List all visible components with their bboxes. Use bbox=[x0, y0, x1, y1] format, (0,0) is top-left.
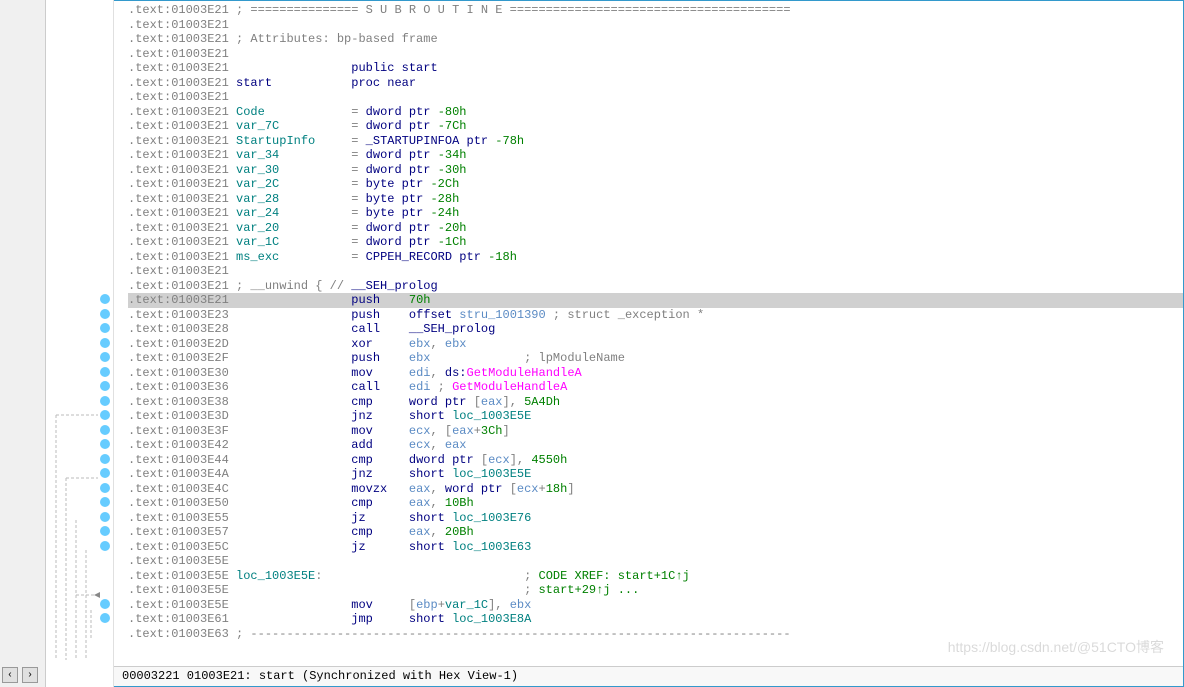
breakpoint-marker[interactable] bbox=[100, 512, 110, 522]
code-line[interactable]: .text:01003E21 start proc near bbox=[128, 76, 1183, 91]
code-line[interactable]: .text:01003E21 bbox=[128, 47, 1183, 62]
status-bar: 00003221 01003E21: start (Synchronized w… bbox=[114, 666, 1183, 686]
code-line[interactable]: .text:01003E21 ; =============== S U B R… bbox=[128, 3, 1183, 18]
code-line[interactable]: .text:01003E21 push 70h bbox=[128, 293, 1183, 308]
code-line[interactable]: .text:01003E21 ; Attributes: bp-based fr… bbox=[128, 32, 1183, 47]
code-line[interactable]: .text:01003E21 Code = dword ptr -80h bbox=[128, 105, 1183, 120]
scroll-right-button[interactable]: › bbox=[22, 667, 38, 683]
code-line[interactable]: .text:01003E21 public start bbox=[128, 61, 1183, 76]
breakpoint-marker[interactable] bbox=[100, 468, 110, 478]
code-line[interactable]: .text:01003E21 var_24 = byte ptr -24h bbox=[128, 206, 1183, 221]
code-line[interactable]: .text:01003E4C movzx eax, word ptr [ecx+… bbox=[128, 482, 1183, 497]
code-line[interactable]: .text:01003E28 call __SEH_prolog bbox=[128, 322, 1183, 337]
code-line[interactable]: .text:01003E30 mov edi, ds:GetModuleHand… bbox=[128, 366, 1183, 381]
code-line[interactable]: .text:01003E3D jnz short loc_1003E5E bbox=[128, 409, 1183, 424]
code-line[interactable]: .text:01003E21 bbox=[128, 18, 1183, 33]
code-line[interactable]: .text:01003E3F mov ecx, [eax+3Ch] bbox=[128, 424, 1183, 439]
code-line[interactable]: .text:01003E42 add ecx, eax bbox=[128, 438, 1183, 453]
watermark: https://blog.csdn.net/@51CTO博客 bbox=[948, 637, 1164, 657]
breakpoint-marker[interactable] bbox=[100, 497, 110, 507]
code-line[interactable]: .text:01003E4A jnz short loc_1003E5E bbox=[128, 467, 1183, 482]
disassembly-view[interactable]: .text:01003E21 ; =============== S U B R… bbox=[114, 0, 1184, 687]
code-line[interactable]: .text:01003E21 bbox=[128, 264, 1183, 279]
breakpoint-marker[interactable] bbox=[100, 352, 110, 362]
breakpoint-marker[interactable] bbox=[100, 526, 110, 536]
code-line[interactable]: .text:01003E5C jz short loc_1003E63 bbox=[128, 540, 1183, 555]
code-line[interactable]: .text:01003E44 cmp dword ptr [ecx], 4550… bbox=[128, 453, 1183, 468]
code-line[interactable]: .text:01003E36 call edi ; GetModuleHandl… bbox=[128, 380, 1183, 395]
breakpoint-marker[interactable] bbox=[100, 338, 110, 348]
arrow-gutter bbox=[46, 0, 114, 687]
breakpoint-marker[interactable] bbox=[100, 396, 110, 406]
code-line[interactable]: .text:01003E50 cmp eax, 10Bh bbox=[128, 496, 1183, 511]
breakpoint-marker[interactable] bbox=[100, 294, 110, 304]
code-line[interactable]: .text:01003E5E loc_1003E5E: ; CODE XREF:… bbox=[128, 569, 1183, 584]
scroll-left-button[interactable]: ‹ bbox=[2, 667, 18, 683]
code-line[interactable]: .text:01003E5E mov [ebp+var_1C], ebx bbox=[128, 598, 1183, 613]
breakpoint-marker[interactable] bbox=[100, 541, 110, 551]
breakpoint-marker[interactable] bbox=[100, 410, 110, 420]
code-line[interactable]: .text:01003E38 cmp word ptr [eax], 5A4Dh bbox=[128, 395, 1183, 410]
breakpoint-marker[interactable] bbox=[100, 454, 110, 464]
breakpoint-marker[interactable] bbox=[100, 599, 110, 609]
code-line[interactable]: .text:01003E61 jmp short loc_1003E8A bbox=[128, 612, 1183, 627]
breakpoint-marker[interactable] bbox=[100, 439, 110, 449]
code-line[interactable]: .text:01003E5E ; start+29↑j ... bbox=[128, 583, 1183, 598]
breakpoint-marker[interactable] bbox=[100, 613, 110, 623]
breakpoint-marker[interactable] bbox=[100, 323, 110, 333]
code-line[interactable]: .text:01003E21 bbox=[128, 90, 1183, 105]
code-line[interactable]: .text:01003E5E bbox=[128, 554, 1183, 569]
code-line[interactable]: .text:01003E55 jz short loc_1003E76 bbox=[128, 511, 1183, 526]
left-panel: ‹ › bbox=[0, 0, 46, 687]
code-line[interactable]: .text:01003E21 var_30 = dword ptr -30h bbox=[128, 163, 1183, 178]
code-line[interactable]: .text:01003E23 push offset stru_1001390 … bbox=[128, 308, 1183, 323]
code-line[interactable]: .text:01003E2D xor ebx, ebx bbox=[128, 337, 1183, 352]
breakpoint-marker[interactable] bbox=[100, 483, 110, 493]
code-line[interactable]: .text:01003E21 var_2C = byte ptr -2Ch bbox=[128, 177, 1183, 192]
code-line[interactable]: .text:01003E21 StartupInfo = _STARTUPINF… bbox=[128, 134, 1183, 149]
code-line[interactable]: .text:01003E21 var_34 = dword ptr -34h bbox=[128, 148, 1183, 163]
code-line[interactable]: .text:01003E2F push ebx ; lpModuleName bbox=[128, 351, 1183, 366]
code-line[interactable]: .text:01003E21 var_28 = byte ptr -28h bbox=[128, 192, 1183, 207]
breakpoint-marker[interactable] bbox=[100, 381, 110, 391]
code-line[interactable]: .text:01003E57 cmp eax, 20Bh bbox=[128, 525, 1183, 540]
breakpoint-marker[interactable] bbox=[100, 367, 110, 377]
code-line[interactable]: .text:01003E21 var_7C = dword ptr -7Ch bbox=[128, 119, 1183, 134]
code-area[interactable]: .text:01003E21 ; =============== S U B R… bbox=[114, 1, 1183, 666]
code-line[interactable]: .text:01003E21 var_1C = dword ptr -1Ch bbox=[128, 235, 1183, 250]
breakpoint-marker[interactable] bbox=[100, 425, 110, 435]
code-line[interactable]: .text:01003E21 ms_exc = CPPEH_RECORD ptr… bbox=[128, 250, 1183, 265]
code-line[interactable]: .text:01003E21 var_20 = dword ptr -20h bbox=[128, 221, 1183, 236]
code-line[interactable]: .text:01003E21 ; __unwind { // __SEH_pro… bbox=[128, 279, 1183, 294]
breakpoint-marker[interactable] bbox=[100, 309, 110, 319]
